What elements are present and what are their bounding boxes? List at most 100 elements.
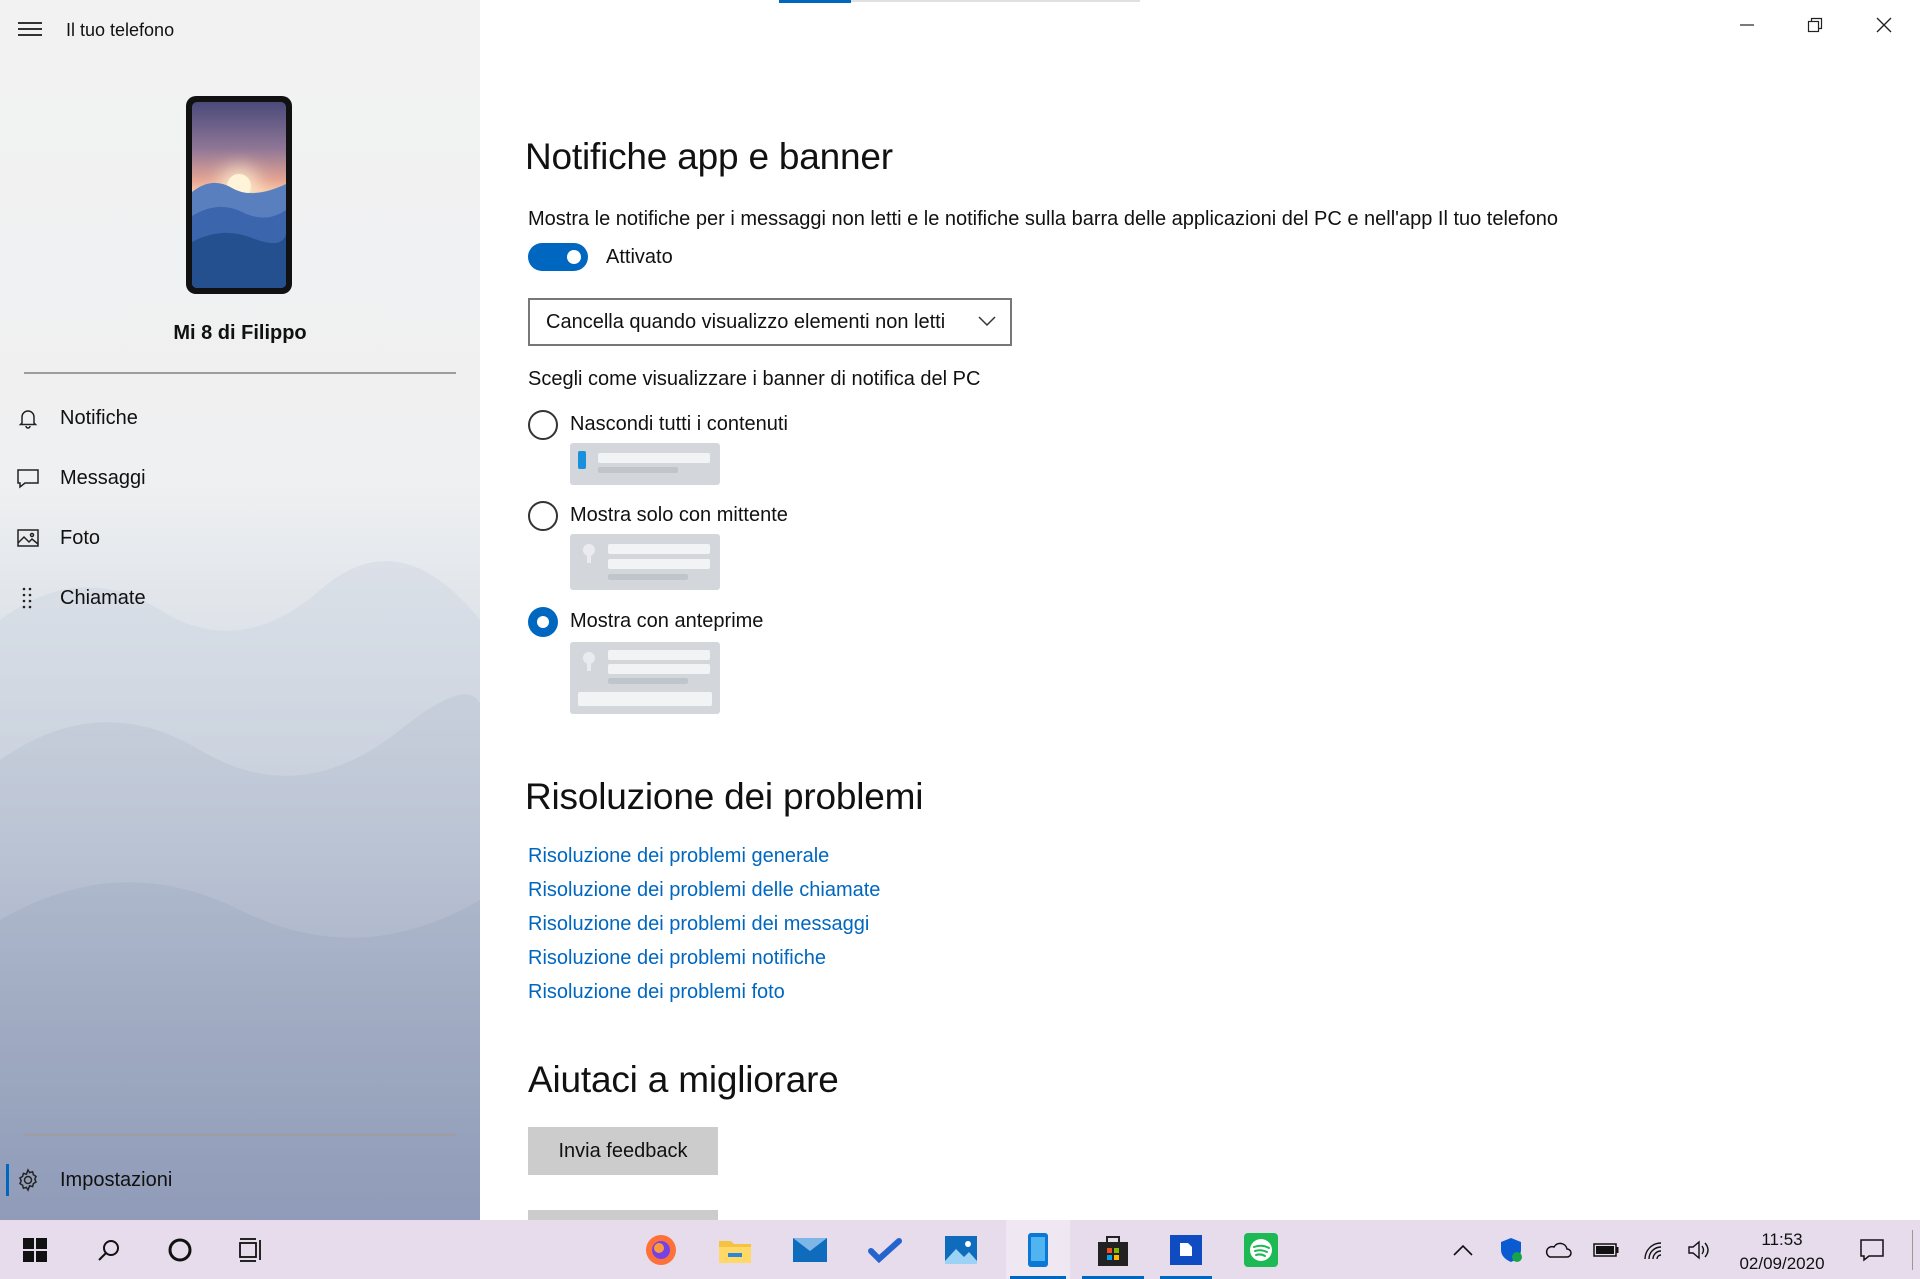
- toggle-label: Attivato: [606, 246, 673, 268]
- preview-sender-only: [570, 534, 720, 590]
- clock-date: 02/09/2020: [1739, 1254, 1825, 1273]
- device-name: Mi 8 di Filippo: [173, 322, 307, 344]
- windows-icon: [23, 1237, 47, 1262]
- sidebar-item-messaggi[interactable]: Messaggi: [16, 458, 146, 498]
- taskbar: 11:53 02/09/2020: [0, 1220, 1920, 1279]
- link-troubleshoot-notifications[interactable]: Risoluzione dei problemi notifiche: [528, 947, 826, 970]
- taskbar-whiteboard[interactable]: [1156, 1220, 1216, 1279]
- radio-label-with-previews: Mostra con anteprime: [570, 610, 764, 632]
- app-title: Il tuo telefono: [66, 20, 175, 40]
- sidebar: Il tuo telefono Mi 8 di Filippo Notifich…: [0, 0, 480, 1220]
- start-button[interactable]: [6, 1220, 64, 1279]
- sidebar-item-foto[interactable]: Foto: [16, 518, 100, 558]
- sidebar-divider: [24, 372, 456, 374]
- notification-center-icon: [1860, 1238, 1884, 1262]
- radio-label-hide-all: Nascondi tutti i contenuti: [570, 413, 788, 435]
- preview-with-previews: [570, 642, 720, 714]
- cloud-icon: [1545, 1242, 1572, 1258]
- cortana-icon: [168, 1238, 192, 1261]
- link-troubleshoot-calls[interactable]: Risoluzione dei problemi delle chiamate: [528, 879, 880, 902]
- section-heading-feedback: Aiutaci a migliorare: [528, 1059, 839, 1100]
- taskbar-clock[interactable]: 11:53 02/09/2020: [1720, 1228, 1844, 1276]
- taskbar-file-explorer[interactable]: [706, 1220, 764, 1279]
- whiteboard-icon: [1170, 1234, 1202, 1265]
- sidebar-item-notifiche[interactable]: Notifiche: [16, 398, 138, 438]
- sidebar-item-label: Messaggi: [60, 466, 146, 489]
- store-icon: [1098, 1235, 1128, 1266]
- search-icon: [98, 1239, 119, 1261]
- sidebar-item-label: Foto: [60, 526, 101, 549]
- cortana-button[interactable]: [151, 1220, 209, 1279]
- onedrive-tray[interactable]: [1540, 1220, 1576, 1279]
- taskbar-todo[interactable]: [856, 1220, 914, 1279]
- clock-time: 11:53: [1761, 1230, 1803, 1249]
- firefox-icon: [646, 1234, 676, 1265]
- battery-tray[interactable]: [1588, 1220, 1624, 1279]
- section-heading-troubleshooting: Risoluzione dei problemi: [525, 776, 924, 817]
- minimize-button[interactable]: [1724, 10, 1770, 40]
- preview-hide-all: [570, 443, 720, 485]
- action-center-button[interactable]: [1852, 1220, 1892, 1279]
- section-heading-notifications: Notifiche app e banner: [525, 136, 893, 177]
- taskbar-firefox[interactable]: [632, 1220, 690, 1279]
- task-view-button[interactable]: [222, 1220, 280, 1279]
- show-hidden-icons-button[interactable]: [1448, 1220, 1478, 1279]
- radio-label-sender-only: Mostra solo con mittente: [570, 504, 788, 526]
- dropdown-value: Cancella quando visualizzo elementi non …: [546, 310, 946, 333]
- restore-icon: [1807, 17, 1823, 33]
- shield-icon: [1501, 1237, 1522, 1262]
- send-feedback-button[interactable]: Invia feedback: [528, 1127, 718, 1175]
- notifications-toggle[interactable]: [528, 243, 588, 271]
- gear-icon: [19, 1168, 37, 1192]
- radio-with-previews[interactable]: [528, 607, 558, 637]
- person-icon: [583, 652, 595, 671]
- battery-icon: [1593, 1242, 1619, 1257]
- radio-sender-only[interactable]: [528, 501, 558, 531]
- hamburger-menu-icon[interactable]: [18, 22, 42, 38]
- close-icon: [1876, 17, 1892, 33]
- taskbar-photos[interactable]: [932, 1220, 990, 1279]
- minimize-icon: [1740, 24, 1754, 26]
- photos-icon: [945, 1235, 977, 1264]
- restore-button[interactable]: [1792, 10, 1838, 40]
- search-button[interactable]: [80, 1220, 138, 1279]
- person-icon: [583, 544, 595, 563]
- taskbar-spotify[interactable]: [1232, 1220, 1290, 1279]
- link-troubleshoot-general[interactable]: Risoluzione dei problemi generale: [528, 845, 829, 868]
- notifications-description: Mostra le notifiche per i messaggi non l…: [528, 208, 1558, 230]
- close-button[interactable]: [1861, 10, 1907, 40]
- dialpad-icon: [22, 587, 32, 609]
- message-icon: [17, 469, 39, 489]
- sidebar-item-impostazioni[interactable]: Impostazioni: [5, 1160, 173, 1200]
- radio-hide-all[interactable]: [528, 410, 558, 440]
- wifi-icon: [1644, 1241, 1662, 1259]
- clear-notifications-dropdown[interactable]: Cancella quando visualizzo elementi non …: [528, 298, 1012, 346]
- defender-tray[interactable]: [1494, 1220, 1528, 1279]
- sidebar-item-label: Chiamate: [60, 586, 146, 609]
- task-view-icon: [239, 1237, 261, 1262]
- link-troubleshoot-photos[interactable]: Risoluzione dei problemi foto: [528, 981, 785, 1004]
- taskbar-your-phone[interactable]: [1006, 1220, 1070, 1279]
- todo-icon: [868, 1237, 902, 1263]
- photo-icon: [17, 529, 39, 547]
- app-icon: [578, 451, 586, 469]
- taskbar-mail[interactable]: [781, 1220, 839, 1279]
- show-desktop-button[interactable]: [1908, 1220, 1916, 1279]
- taskbar-store[interactable]: [1078, 1220, 1148, 1279]
- banner-options-label: Scegli come visualizzare i banner di not…: [528, 368, 981, 390]
- volume-tray[interactable]: [1682, 1220, 1716, 1279]
- sidebar-divider-bottom: [24, 1134, 456, 1136]
- network-tray[interactable]: [1636, 1220, 1672, 1279]
- file-explorer-icon: [719, 1240, 751, 1263]
- bell-icon: [18, 410, 38, 429]
- next-button-partial[interactable]: [528, 1210, 718, 1220]
- sidebar-item-label: Notifiche: [60, 406, 138, 429]
- settings-pane: Notifiche app e banner Mostra le notific…: [480, 0, 1920, 1220]
- tab-indicator: [779, 0, 1140, 3]
- your-phone-icon: [1028, 1232, 1048, 1267]
- mail-icon: [793, 1237, 827, 1262]
- link-troubleshoot-messages[interactable]: Risoluzione dei problemi dei messaggi: [528, 913, 869, 936]
- chevron-up-icon: [1453, 1244, 1473, 1256]
- sidebar-item-chiamate[interactable]: Chiamate: [16, 578, 146, 618]
- sidebar-item-label: Impostazioni: [60, 1168, 173, 1191]
